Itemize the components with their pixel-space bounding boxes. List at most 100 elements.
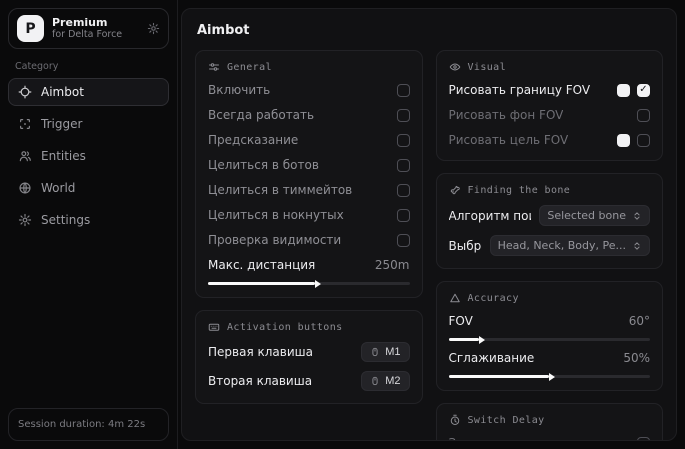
visual-row: Рисовать фон FOV — [449, 107, 651, 123]
toggle-row: Целиться в ботов — [208, 157, 410, 173]
target-teammates-checkbox[interactable] — [397, 184, 410, 197]
panel-title: Switch Delay — [468, 415, 545, 426]
toggle-label: Целиться в тиммейтов — [208, 183, 352, 197]
enable-checkbox[interactable] — [397, 84, 410, 97]
timer-icon — [449, 414, 461, 426]
accuracy-panel: Accuracy FOV 60° Сглаживание 50% — [436, 281, 664, 391]
toggle-label: Включить — [208, 83, 270, 97]
smoothing-slider-label: Сглаживание — [449, 351, 535, 365]
entities-icon — [18, 149, 32, 163]
sidebar-item-world[interactable]: World — [8, 174, 169, 202]
visibility-check-checkbox[interactable] — [397, 234, 410, 247]
switch-delay-checkbox[interactable] — [637, 437, 650, 442]
slider-label-row: FOV 60° — [449, 313, 651, 329]
prediction-checkbox[interactable] — [397, 134, 410, 147]
session-duration-text: Session duration: 4m 22s — [18, 419, 145, 430]
panel-title: General — [227, 62, 272, 73]
fov-slider-label: FOV — [449, 314, 473, 328]
bone-algorithm-label: Алгоритм поиска костей — [449, 209, 532, 223]
sliders-icon — [208, 61, 220, 73]
sidebar-item-label: World — [41, 181, 75, 195]
draw-fov-background-checkbox[interactable] — [637, 109, 650, 122]
general-panel-header: General — [208, 61, 410, 73]
finding-bone-panel: Finding the bone Алгоритм поиска костей … — [436, 173, 664, 269]
gear-icon — [18, 213, 32, 227]
visual-label: Рисовать границу FOV — [449, 83, 591, 97]
activation-buttons-panel: Activation buttons Первая клавиша M1 Вто… — [195, 310, 423, 404]
fov-target-color-swatch[interactable] — [617, 134, 630, 147]
bone-icon — [449, 184, 461, 196]
sidebar-item-label: Settings — [41, 213, 90, 227]
toggle-row: Целиться в нокнутых — [208, 207, 410, 223]
sidebar-item-aimbot[interactable]: Aimbot — [8, 78, 169, 106]
panel-title: Accuracy — [468, 293, 519, 304]
sidebar-item-trigger[interactable]: Trigger — [8, 110, 169, 138]
first-key-button[interactable]: M1 — [361, 342, 409, 362]
triangle-icon — [449, 292, 461, 304]
slider-fill — [449, 375, 550, 378]
gear-icon[interactable] — [147, 22, 160, 35]
toggle-label: Проверка видимости — [208, 233, 341, 247]
draw-fov-target-checkbox[interactable] — [637, 134, 650, 147]
visual-label: Рисовать фон FOV — [449, 108, 564, 122]
chevrons-up-down-icon — [632, 241, 642, 251]
smoothing-slider-value: 50% — [623, 351, 650, 365]
visual-panel: Visual Рисовать границу FOV Рисовать фон… — [436, 50, 664, 161]
panel-title: Activation buttons — [227, 322, 343, 333]
bone-algorithm-select[interactable]: Selected bone — [539, 205, 650, 226]
draw-fov-border-checkbox[interactable] — [637, 84, 650, 97]
max-distance-slider[interactable] — [208, 282, 410, 285]
brand-text: Premium for Delta Force — [52, 16, 139, 42]
panel-title: Finding the bone — [468, 185, 571, 196]
fov-border-color-swatch[interactable] — [617, 84, 630, 97]
visual-controls — [637, 109, 650, 122]
sidebar-item-label: Aimbot — [41, 85, 84, 99]
target-knocked-checkbox[interactable] — [397, 209, 410, 222]
fov-slider[interactable] — [449, 338, 651, 341]
trigger-icon — [18, 117, 32, 131]
brand-title: Premium — [52, 16, 139, 30]
right-column: Visual Рисовать границу FOV Рисовать фон… — [436, 50, 664, 441]
second-key-button[interactable]: M2 — [361, 371, 409, 391]
visual-controls — [617, 134, 650, 147]
target-bots-checkbox[interactable] — [397, 159, 410, 172]
main-panel: Aimbot General Включить Всегда работать … — [181, 8, 677, 441]
session-duration-card: Session duration: 4m 22s — [8, 408, 169, 441]
fov-slider-value: 60° — [629, 314, 650, 328]
sidebar-item-label: Trigger — [41, 117, 82, 131]
toggle-label: Целиться в нокнутых — [208, 208, 344, 222]
sidebar-item-entities[interactable]: Entities — [8, 142, 169, 170]
switch-delay-toggle-label: Задержка переключения — [449, 436, 609, 441]
keyboard-icon — [208, 321, 220, 333]
globe-icon — [18, 181, 32, 195]
keybind-value: M1 — [385, 346, 400, 358]
visual-row: Рисовать границу FOV — [449, 82, 651, 98]
accuracy-panel-header: Accuracy — [449, 292, 651, 304]
select-value: Head, Neck, Body, Pe... — [498, 239, 626, 252]
sidebar-spacer — [8, 234, 169, 408]
slider-label-row: Сглаживание 50% — [449, 350, 651, 366]
selected-bones-select[interactable]: Head, Neck, Body, Pe... — [490, 235, 650, 256]
keybind-label: Первая клавиша — [208, 345, 313, 359]
general-panel: General Включить Всегда работать Предска… — [195, 50, 423, 298]
visual-panel-header: Visual — [449, 61, 651, 73]
keybind-row: Вторая клавиша M2 — [208, 371, 410, 391]
panel-columns: General Включить Всегда работать Предска… — [195, 50, 663, 441]
slider-label-row: Макс. дистанция 250m — [208, 257, 410, 273]
toggle-row: Целиться в тиммейтов — [208, 182, 410, 198]
always-work-checkbox[interactable] — [397, 109, 410, 122]
toggle-label: Целиться в ботов — [208, 158, 319, 172]
left-column: General Включить Всегда работать Предска… — [195, 50, 423, 404]
sidebar-item-settings[interactable]: Settings — [8, 206, 169, 234]
toggle-label: Всегда работать — [208, 108, 314, 122]
selected-bones-label: Выбранные кости — [449, 239, 482, 253]
toggle-row: Включить — [208, 82, 410, 98]
bone-row: Алгоритм поиска костей Selected bone — [449, 205, 651, 226]
keybind-label: Вторая клавиша — [208, 374, 312, 388]
smoothing-slider[interactable] — [449, 375, 651, 378]
visual-controls — [617, 84, 650, 97]
eye-icon — [449, 61, 461, 73]
panel-title: Visual — [468, 62, 507, 73]
brand-logo: P — [17, 15, 44, 42]
switch-delay-panel-header: Switch Delay — [449, 414, 651, 426]
